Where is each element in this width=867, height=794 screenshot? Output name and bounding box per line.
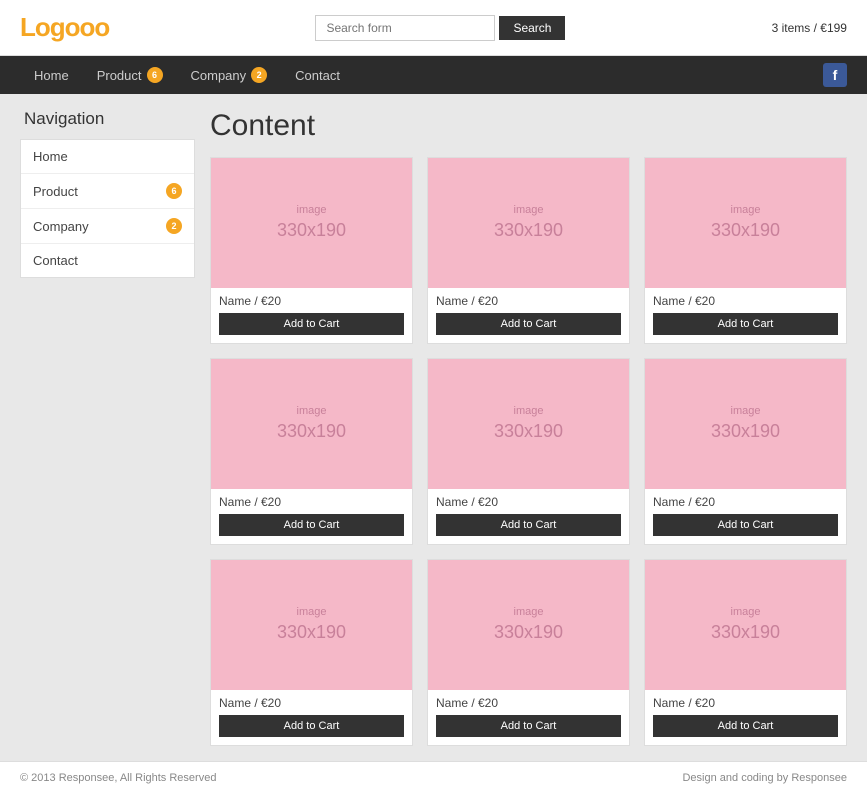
product-info: Name / €20 Add to Cart xyxy=(645,288,846,343)
add-to-cart-button[interactable]: Add to Cart xyxy=(219,715,404,737)
footer-left: © 2013 Responsee, All Rights Reserved xyxy=(20,772,216,784)
product-image-size: 330x190 xyxy=(494,419,563,444)
product-image: image330x190 xyxy=(428,158,629,288)
products-grid: image330x190Name / €20Add to Cartimage33… xyxy=(210,157,847,746)
nav-badge: 6 xyxy=(147,67,163,83)
product-image-label: image xyxy=(731,203,761,218)
search-input[interactable] xyxy=(315,15,495,41)
product-image-size: 330x190 xyxy=(494,620,563,645)
product-image-label: image xyxy=(514,605,544,620)
facebook-icon[interactable]: f xyxy=(823,63,847,87)
product-info: Name / €20 Add to Cart xyxy=(645,489,846,544)
product-image: image330x190 xyxy=(211,359,412,489)
add-to-cart-button[interactable]: Add to Cart xyxy=(436,514,621,536)
product-info: Name / €20 Add to Cart xyxy=(211,288,412,343)
add-to-cart-button[interactable]: Add to Cart xyxy=(653,715,838,737)
logo-text: Logooo xyxy=(20,12,109,42)
product-name: Name / €20 xyxy=(436,495,621,509)
product-info: Name / €20 Add to Cart xyxy=(211,489,412,544)
nav-item-company[interactable]: Company2 xyxy=(177,57,282,93)
product-name: Name / €20 xyxy=(653,294,838,308)
nav-badge: 2 xyxy=(251,67,267,83)
product-info: Name / €20 Add to Cart xyxy=(428,690,629,745)
product-name: Name / €20 xyxy=(653,696,838,710)
product-name: Name / €20 xyxy=(436,294,621,308)
product-image: image330x190 xyxy=(211,560,412,690)
product-image: image330x190 xyxy=(645,359,846,489)
product-card: image330x190 Name / €20 Add to Cart xyxy=(210,559,413,746)
product-card: image330x190 Name / €20 Add to Cart xyxy=(210,157,413,344)
sidebar-item-label: Company xyxy=(33,219,89,234)
add-to-cart-button[interactable]: Add to Cart xyxy=(219,514,404,536)
sidebar-item-product[interactable]: Product 6 xyxy=(21,174,194,209)
product-info: Name / €20 Add to Cart xyxy=(428,288,629,343)
sidebar-item-home[interactable]: Home xyxy=(21,140,194,174)
product-image: image330x190 xyxy=(211,158,412,288)
product-image-label: image xyxy=(514,203,544,218)
add-to-cart-button[interactable]: Add to Cart xyxy=(653,514,838,536)
product-image-label: image xyxy=(731,605,761,620)
main-content: Navigation Home Product 6 Company 2 Contact C… xyxy=(0,94,867,761)
nav-item-contact[interactable]: Contact xyxy=(281,58,354,93)
product-image-size: 330x190 xyxy=(277,419,346,444)
product-image: image330x190 xyxy=(428,560,629,690)
product-image-size: 330x190 xyxy=(711,218,780,243)
nav-item-product[interactable]: Product6 xyxy=(83,57,177,93)
sidebar-title: Navigation xyxy=(20,109,195,129)
product-image-size: 330x190 xyxy=(711,620,780,645)
product-image-label: image xyxy=(297,203,327,218)
product-info: Name / €20 Add to Cart xyxy=(645,690,846,745)
product-image-size: 330x190 xyxy=(277,620,346,645)
nav-item-home[interactable]: Home xyxy=(20,58,83,93)
sidebar-item-label: Contact xyxy=(33,253,78,268)
product-card: image330x190 Name / €20 Add to Cart xyxy=(427,559,630,746)
sidebar-badge: 6 xyxy=(166,183,182,199)
sidebar-badge: 2 xyxy=(166,218,182,234)
sidebar-item-label: Home xyxy=(33,149,68,164)
footer-right: Design and coding by Responsee xyxy=(682,772,847,784)
nav-items: HomeProduct6Company2Contact xyxy=(20,57,823,93)
sidebar-item-label: Product xyxy=(33,184,78,199)
product-card: image330x190 Name / €20 Add to Cart xyxy=(644,157,847,344)
add-to-cart-button[interactable]: Add to Cart xyxy=(436,715,621,737)
product-name: Name / €20 xyxy=(219,495,404,509)
cart-info: 3 items / €199 xyxy=(772,21,847,35)
add-to-cart-button[interactable]: Add to Cart xyxy=(219,313,404,335)
product-info: Name / €20 Add to Cart xyxy=(211,690,412,745)
product-name: Name / €20 xyxy=(219,696,404,710)
product-image: image330x190 xyxy=(645,158,846,288)
search-button[interactable]: Search xyxy=(499,16,565,40)
product-card: image330x190 Name / €20 Add to Cart xyxy=(427,157,630,344)
sidebar-item-contact[interactable]: Contact xyxy=(21,244,194,277)
header: Logooo Search 3 items / €199 xyxy=(0,0,867,56)
sidebar: Navigation Home Product 6 Company 2 Contact xyxy=(20,109,195,746)
content-area: Content image330x190Name / €20Add to Car… xyxy=(210,109,847,746)
sidebar-item-company[interactable]: Company 2 xyxy=(21,209,194,244)
sidebar-nav: Home Product 6 Company 2 Contact xyxy=(20,139,195,278)
product-name: Name / €20 xyxy=(219,294,404,308)
product-card: image330x190 Name / €20 Add to Cart xyxy=(644,358,847,545)
product-image: image330x190 xyxy=(645,560,846,690)
product-image-label: image xyxy=(297,605,327,620)
navbar: HomeProduct6Company2Contact f xyxy=(0,56,867,94)
product-card: image330x190 Name / €20 Add to Cart xyxy=(427,358,630,545)
product-image-size: 330x190 xyxy=(277,218,346,243)
search-area: Search xyxy=(315,15,565,41)
product-info: Name / €20 Add to Cart xyxy=(428,489,629,544)
product-image-label: image xyxy=(731,404,761,419)
product-name: Name / €20 xyxy=(436,696,621,710)
add-to-cart-button[interactable]: Add to Cart xyxy=(653,313,838,335)
add-to-cart-button[interactable]: Add to Cart xyxy=(436,313,621,335)
product-image-label: image xyxy=(514,404,544,419)
content-title: Content xyxy=(210,109,847,143)
footer: © 2013 Responsee, All Rights Reserved De… xyxy=(0,761,867,794)
product-card: image330x190 Name / €20 Add to Cart xyxy=(644,559,847,746)
product-image-size: 330x190 xyxy=(494,218,563,243)
product-image: image330x190 xyxy=(428,359,629,489)
product-image-size: 330x190 xyxy=(711,419,780,444)
product-image-label: image xyxy=(297,404,327,419)
product-card: image330x190 Name / €20 Add to Cart xyxy=(210,358,413,545)
logo: Logooo xyxy=(20,12,109,43)
product-name: Name / €20 xyxy=(653,495,838,509)
